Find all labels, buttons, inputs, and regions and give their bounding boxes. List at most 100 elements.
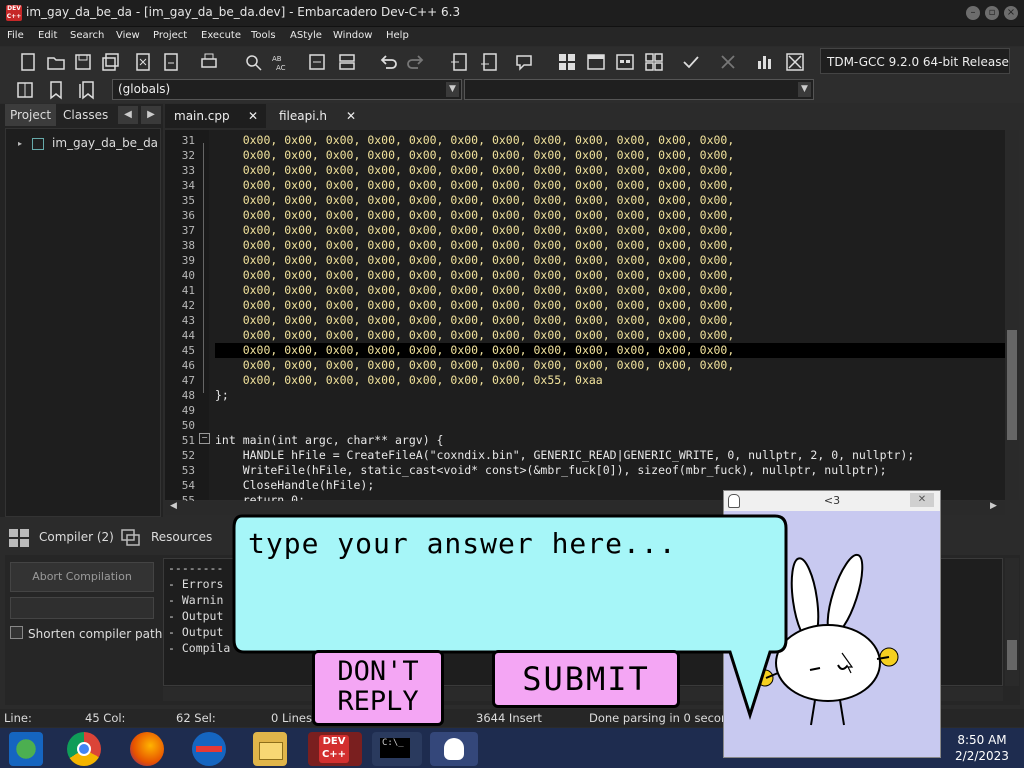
go-to-line-icon[interactable]: [448, 51, 470, 73]
tab-compiler[interactable]: Compiler (2): [39, 530, 114, 544]
open-folder-icon[interactable]: [45, 51, 67, 73]
start-orb-icon[interactable]: [9, 732, 43, 766]
tab-project[interactable]: Project: [5, 104, 57, 126]
line-number: 50: [181, 419, 195, 432]
title-bar: DEV C++ im_gay_da_be_da - [im_gay_da_be_d…: [0, 0, 1024, 27]
find-icon[interactable]: [242, 51, 264, 73]
tab-main-cpp[interactable]: main.cpp ✕: [165, 104, 266, 128]
code-line: 0x00, 0x00, 0x00, 0x00, 0x00, 0x00, 0x00…: [215, 373, 603, 387]
expand-icon[interactable]: ▸: [18, 139, 22, 148]
tab-resources[interactable]: Resources: [151, 530, 212, 544]
scope-select[interactable]: (globals) ▼: [112, 79, 462, 100]
new-file-icon[interactable]: [17, 51, 39, 73]
code-line: HANDLE hFile = CreateFileA("coxndix.bin"…: [215, 448, 915, 462]
close-icon[interactable]: ✕: [248, 104, 258, 128]
fold-icon[interactable]: −: [199, 433, 210, 444]
menu-project[interactable]: Project: [153, 30, 187, 41]
code-line: CloseHandle(hFile);: [215, 478, 375, 492]
popup-close-button[interactable]: ✕: [910, 493, 934, 507]
menu-help[interactable]: Help: [386, 30, 409, 41]
compiler-select[interactable]: TDM-GCC 9.2.0 64-bit Release: [820, 48, 1010, 74]
tree-item-project[interactable]: im_gay_da_be_da: [52, 136, 158, 150]
compile-icon[interactable]: [556, 51, 578, 73]
replace-icon[interactable]: AB AC: [270, 51, 292, 73]
redo-icon[interactable]: [405, 51, 427, 73]
chevron-left-icon[interactable]: ◀: [118, 106, 138, 124]
checkbox-icon[interactable]: [10, 626, 23, 639]
close-all-icon[interactable]: [160, 51, 182, 73]
print-icon[interactable]: [198, 51, 220, 73]
shorten-label: Shorten compiler path: [28, 627, 163, 641]
file-explorer-icon[interactable]: [253, 732, 287, 766]
toggle-bookmark-icon[interactable]: [45, 79, 67, 101]
delete-profile-icon[interactable]: [784, 51, 806, 73]
menu-window[interactable]: Window: [333, 30, 372, 41]
profile-icon[interactable]: [754, 51, 776, 73]
bunny-app-icon: [728, 494, 740, 508]
tab-label: fileapi.h: [279, 109, 327, 123]
firefox-icon[interactable]: [130, 732, 164, 766]
menu-execute[interactable]: Execute: [201, 30, 241, 41]
code-line: };: [215, 388, 229, 402]
resources-icon: [120, 528, 142, 548]
status-line: 45 Col:: [85, 711, 126, 725]
line-number: 45: [181, 344, 195, 357]
comment-icon[interactable]: [513, 51, 535, 73]
submit-button[interactable]: SUBMIT: [492, 650, 680, 708]
menu-file[interactable]: File: [7, 30, 24, 41]
line-number: 41: [181, 284, 195, 297]
save-icon[interactable]: [72, 51, 94, 73]
code-line: 0x00, 0x00, 0x00, 0x00, 0x00, 0x00, 0x00…: [215, 148, 735, 162]
project-icon: [32, 138, 44, 150]
maximize-button[interactable]: ▫: [985, 6, 999, 20]
scrollbar-thumb[interactable]: [1007, 640, 1017, 670]
line-number: 35: [181, 194, 195, 207]
save-all-icon[interactable]: [100, 51, 122, 73]
abort-compilation-button[interactable]: Abort Compilation: [10, 562, 154, 592]
answer-input[interactable]: type your answer here...: [248, 527, 677, 560]
code-line: 0x00, 0x00, 0x00, 0x00, 0x00, 0x00, 0x00…: [215, 343, 735, 357]
check-syntax-icon[interactable]: [680, 51, 702, 73]
console-taskbar-icon[interactable]: C:\_: [372, 732, 422, 766]
tab-fileapi-h[interactable]: fileapi.h ✕: [270, 104, 364, 128]
code-line: 0x00, 0x00, 0x00, 0x00, 0x00, 0x00, 0x00…: [215, 328, 735, 342]
bunny-app-taskbar-icon[interactable]: [430, 732, 478, 766]
chrome-icon[interactable]: [67, 732, 101, 766]
vertical-scrollbar[interactable]: [1005, 130, 1019, 500]
undo-icon[interactable]: [377, 51, 399, 73]
line-number: 48: [181, 389, 195, 402]
stop-execution-icon[interactable]: [717, 51, 739, 73]
clock[interactable]: 8:50 AM 2/2/2023: [952, 732, 1012, 764]
menu-astyle[interactable]: AStyle: [290, 30, 322, 41]
compile-run-icon[interactable]: [614, 51, 636, 73]
shorten-path-checkbox[interactable]: Shorten compiler path: [10, 626, 162, 641]
menu-edit[interactable]: Edit: [38, 30, 57, 41]
chevron-left-icon[interactable]: ◀: [170, 501, 177, 511]
menu-view[interactable]: View: [116, 30, 140, 41]
new-class-icon[interactable]: [14, 79, 36, 101]
indent-icon[interactable]: [306, 51, 328, 73]
dont-reply-button[interactable]: DON'T REPLY: [312, 650, 444, 726]
vpn-icon[interactable]: [192, 732, 226, 766]
unindent-icon[interactable]: [336, 51, 358, 73]
code-line: 0x00, 0x00, 0x00, 0x00, 0x00, 0x00, 0x00…: [215, 283, 735, 297]
chevron-right-icon[interactable]: ▶: [990, 501, 997, 511]
close-button[interactable]: ×: [1004, 6, 1018, 20]
menu-search[interactable]: Search: [70, 30, 104, 41]
run-icon[interactable]: [585, 51, 607, 73]
chevron-right-icon[interactable]: ▶: [141, 106, 161, 124]
rebuild-all-icon[interactable]: [643, 51, 665, 73]
function-select[interactable]: ▼: [464, 79, 814, 100]
menu-tools[interactable]: Tools: [251, 30, 276, 41]
tab-classes[interactable]: Classes: [58, 104, 113, 126]
bookmark-icon[interactable]: [478, 51, 500, 73]
close-icon[interactable]: ✕: [346, 104, 356, 128]
close-file-icon[interactable]: [132, 51, 154, 73]
output-line: --------: [168, 561, 224, 575]
minimize-button[interactable]: –: [966, 6, 980, 20]
scrollbar-thumb[interactable]: [1007, 330, 1017, 440]
compiler-icon: [8, 528, 30, 548]
line-number: 33: [181, 164, 195, 177]
bookmarks-icon[interactable]: [76, 79, 98, 101]
devcpp-taskbar-icon[interactable]: DEV C++: [308, 732, 362, 766]
